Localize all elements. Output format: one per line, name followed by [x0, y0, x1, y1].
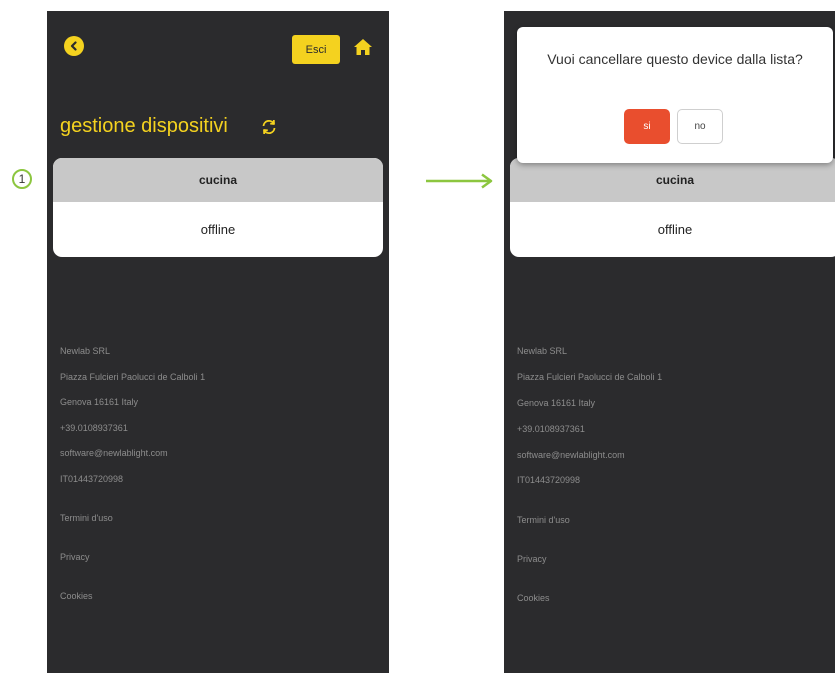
terms-link[interactable]: Termini d'uso [60, 513, 113, 523]
company-city: Genova 16161 Italy [517, 398, 596, 408]
privacy-link[interactable]: Privacy [517, 554, 547, 564]
exit-button[interactable]: Esci [292, 35, 340, 64]
privacy-link[interactable]: Privacy [60, 552, 90, 562]
home-icon[interactable] [353, 37, 373, 57]
back-button[interactable] [64, 36, 84, 56]
refresh-icon[interactable] [260, 118, 278, 136]
company-name: Newlab SRL [60, 346, 111, 356]
cookies-link[interactable]: Cookies [517, 593, 550, 603]
company-vat: IT01443720998 [517, 475, 581, 485]
company-email: software@newlablight.com [517, 450, 625, 460]
device-status: offline [200, 222, 236, 237]
company-name: Newlab SRL [517, 346, 568, 356]
dialog-message: Vuoi cancellare questo device dalla list… [547, 51, 803, 67]
company-vat: IT01443720998 [60, 474, 124, 484]
device-name: cucina [53, 158, 383, 202]
company-phone: +39.0108937361 [60, 423, 128, 433]
company-email: software@newlablight.com [60, 448, 168, 458]
phone-screen-delete-dialog: cucina offline Newlab SRL Piazza Fulcier… [504, 11, 835, 673]
confirm-yes-button[interactable]: si [624, 109, 670, 144]
terms-link[interactable]: Termini d'uso [517, 515, 570, 525]
phone-screen-device-list: Esci gestione dispositivi cucina offline… [47, 11, 389, 673]
company-city: Genova 16161 Italy [60, 397, 139, 407]
arrow-right-icon [426, 173, 493, 189]
device-name: cucina [510, 158, 835, 202]
step-number-badge: 1 [12, 169, 32, 189]
page-title: gestione dispositivi [60, 115, 228, 137]
confirm-no-button[interactable]: no [677, 109, 723, 144]
confirm-delete-dialog: Vuoi cancellare questo device dalla list… [517, 27, 833, 163]
company-phone: +39.0108937361 [517, 424, 585, 434]
company-address: Piazza Fulcieri Paolucci de Calboli 1 [517, 372, 663, 382]
device-card[interactable]: cucina offline [510, 158, 835, 257]
chevron-left-icon [70, 41, 77, 51]
cookies-link[interactable]: Cookies [60, 591, 93, 601]
device-card[interactable]: cucina offline [53, 158, 383, 257]
company-address: Piazza Fulcieri Paolucci de Calboli 1 [60, 372, 206, 382]
device-status: offline [657, 222, 693, 237]
